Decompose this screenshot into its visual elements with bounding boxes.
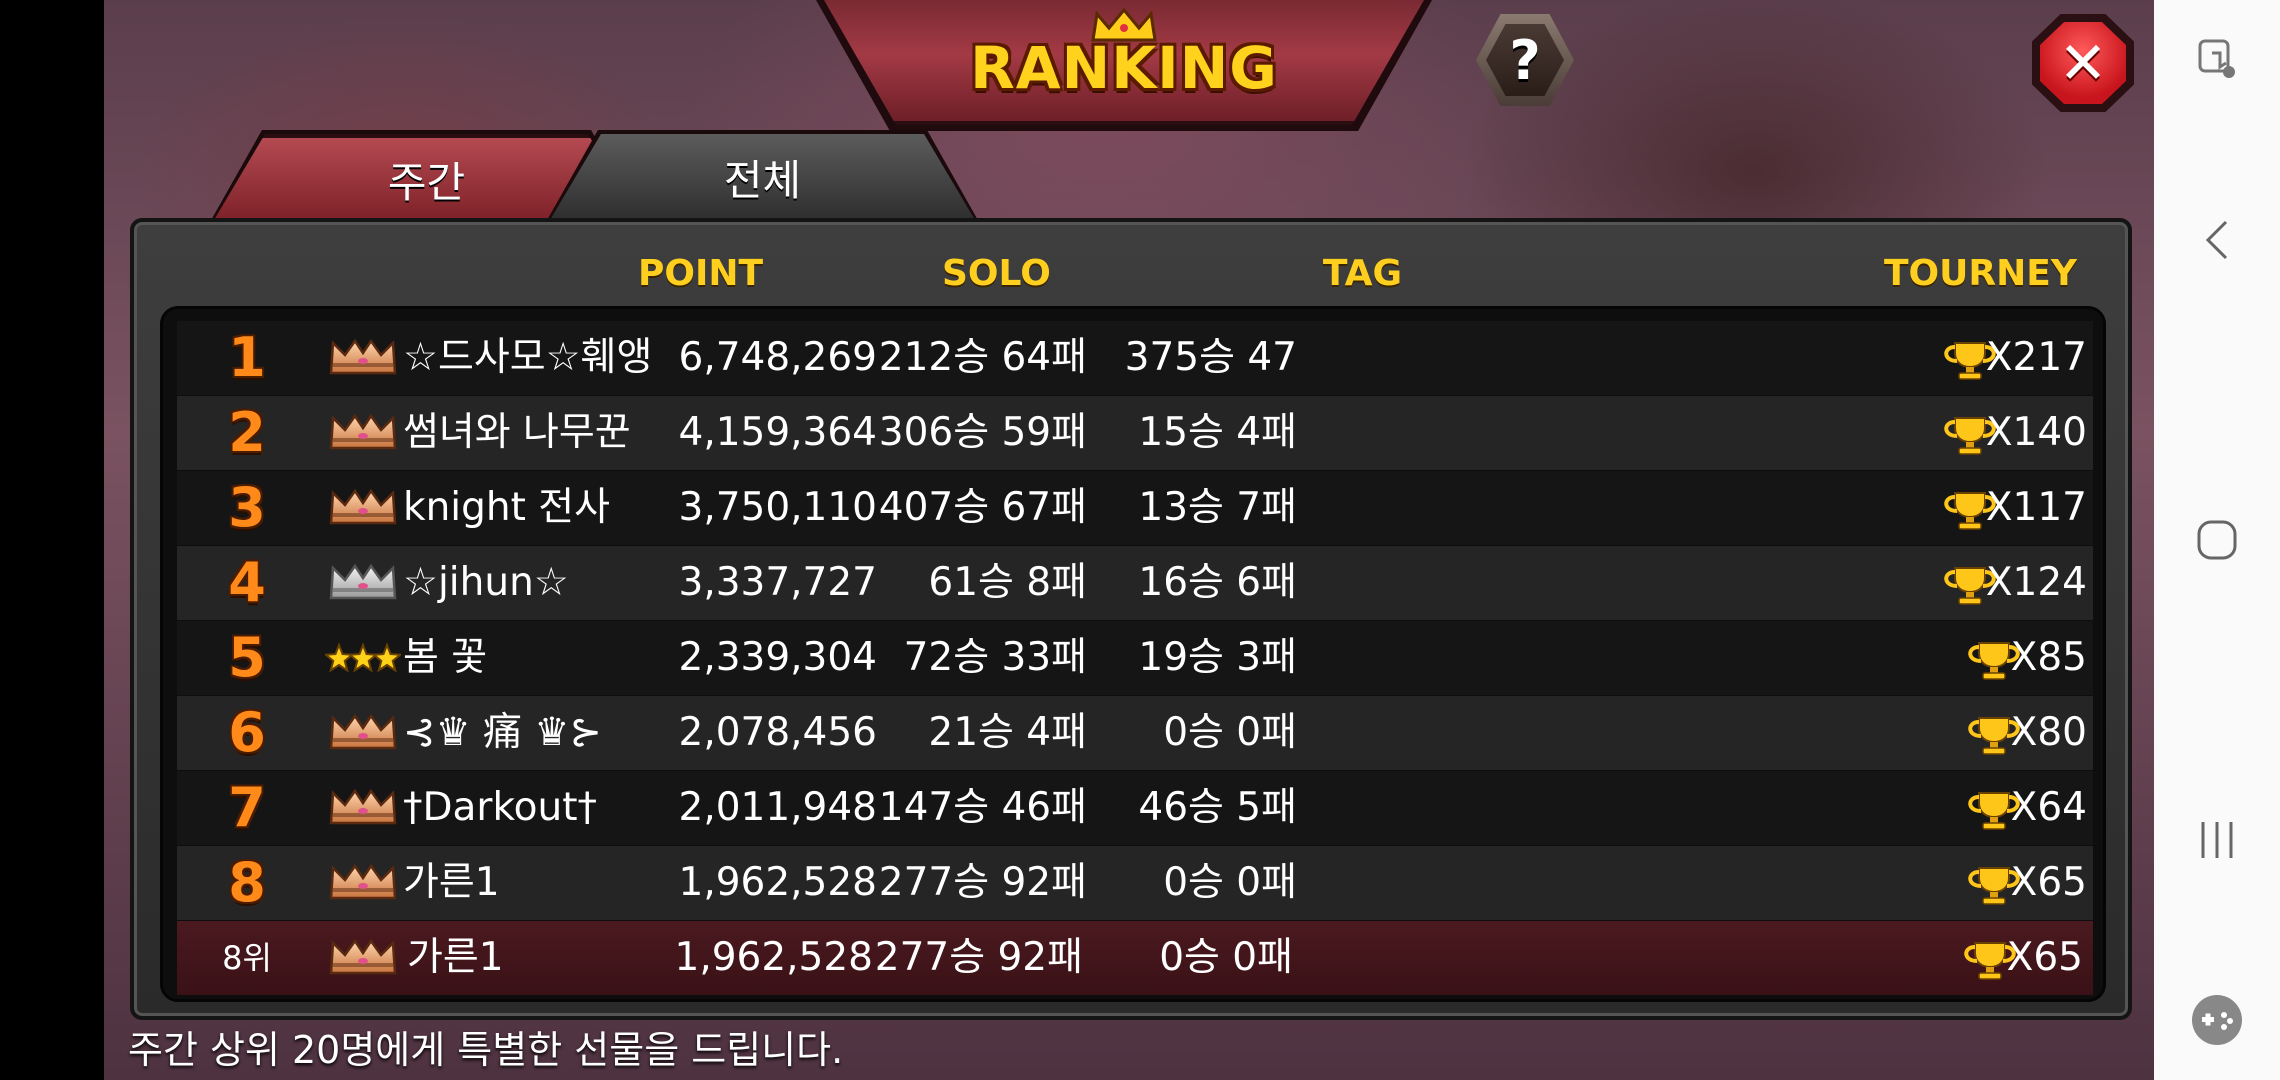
rank-number: 1 bbox=[228, 326, 266, 389]
bronze-crown-icon bbox=[325, 412, 401, 452]
bronze-crown-icon bbox=[325, 862, 401, 902]
tourney-count: X140 bbox=[1985, 410, 2087, 455]
left-edge bbox=[0, 0, 104, 1080]
three-stars-icon bbox=[323, 637, 403, 677]
tag-record: 46승 5패 bbox=[1138, 785, 1297, 830]
my-point: 1,962,528 bbox=[674, 935, 874, 980]
point: 2,011,948 bbox=[678, 785, 878, 830]
close-button[interactable]: ✕ bbox=[2032, 14, 2134, 112]
point: 4,159,364 bbox=[678, 410, 878, 455]
rank-number: 2 bbox=[228, 401, 266, 464]
ranking-row[interactable]: 3 knight 전사 3,750,110 407승 67패 13승 7패 X117 bbox=[177, 471, 2093, 545]
tag-record: 375승 47패 bbox=[1124, 335, 1297, 454]
column-header-tag: TAG bbox=[1322, 253, 1402, 294]
ranking-list[interactable]: 1 ☆드사모☆훼앵 6,748,269212승 64패 375승 47패 X217 2 썸녀… bbox=[160, 306, 2106, 1002]
player-name: knight 전사 bbox=[403, 485, 611, 530]
point: 3,750,110 bbox=[678, 485, 878, 530]
point: 1,962,528 bbox=[678, 860, 878, 905]
help-button[interactable]: ? bbox=[1476, 14, 1574, 106]
tourney-count: X65 bbox=[2010, 860, 2087, 905]
rank-number: 4 bbox=[228, 551, 266, 614]
tourney-count: X64 bbox=[2010, 785, 2087, 830]
back-icon[interactable] bbox=[2154, 200, 2280, 280]
home-icon[interactable] bbox=[2154, 500, 2280, 580]
tag-record: 0승 0패 bbox=[1163, 710, 1297, 755]
player-name: †Darkout† bbox=[403, 785, 598, 830]
player-name: 가른1 bbox=[403, 860, 500, 905]
ranking-row[interactable]: 4 ☆jihun☆ 3,337,727 61승 8패 16승 6패 X124 bbox=[177, 546, 2093, 620]
tag-record: 13승 7패 bbox=[1138, 485, 1297, 530]
ranking-row[interactable]: 8 가른1 1,962,528 277승 92패 0승 0패 X65 bbox=[177, 846, 2093, 920]
question-icon: ? bbox=[1486, 24, 1564, 96]
ranking-row[interactable]: 7 †Darkout† 2,011,948 147승 46패 46승 5패 X64 bbox=[177, 771, 2093, 845]
tag-record: 16승 6패 bbox=[1138, 560, 1297, 605]
bronze-crown-icon bbox=[325, 787, 401, 827]
player-name: ⊰♛ 痛 ♛⊱ bbox=[403, 710, 603, 755]
my-player-name: 가른1 bbox=[407, 935, 504, 980]
rank-number: 7 bbox=[228, 776, 266, 839]
point: 2,078,456 bbox=[678, 710, 878, 755]
screen-recorder-icon[interactable] bbox=[2154, 20, 2280, 100]
solo-record: 147승 46패 bbox=[878, 785, 1087, 830]
solo-record: 72승 33패 bbox=[903, 635, 1087, 680]
solo-record: 61승 8패 bbox=[928, 560, 1087, 605]
tourney-count: X117 bbox=[1985, 485, 2087, 530]
my-tag-record: 0승 0패 bbox=[1159, 935, 1293, 980]
solo-record: 407승 67패 bbox=[878, 485, 1087, 530]
tag-record: 15승 4패 bbox=[1138, 410, 1297, 455]
tourney-count: X85 bbox=[2010, 635, 2087, 680]
game-tools-icon[interactable] bbox=[2154, 980, 2280, 1060]
ranking-row[interactable]: 1 ☆드사모☆훼앵 6,748,269212승 64패 375승 47패 X217 bbox=[177, 321, 2093, 454]
bronze-crown-icon bbox=[325, 337, 401, 377]
column-header-solo: SOLO bbox=[942, 253, 1051, 294]
ranking-row[interactable]: 5 봄 꽃 2,339,304 72승 33패 19승 3패 X85 bbox=[177, 621, 2093, 695]
player-name: 썸녀와 나무꾼 bbox=[403, 410, 631, 455]
tag-record: 0승 0패 bbox=[1163, 860, 1297, 905]
tourney-count: X80 bbox=[2010, 710, 2087, 755]
rank-number: 5 bbox=[228, 626, 266, 689]
my-rank-label: 8위 bbox=[222, 939, 272, 977]
solo-record: 306승 59패 bbox=[878, 410, 1087, 455]
column-header-tourney: TOURNEY bbox=[1884, 253, 2077, 294]
ranking-panel: POINT SOLO TAG TOURNEY 1 ☆드사모☆훼앵 6,748,269… bbox=[130, 218, 2132, 1020]
point: 3,337,727 bbox=[678, 560, 878, 605]
rank-number: 8 bbox=[228, 851, 266, 914]
rank-number: 3 bbox=[228, 476, 266, 539]
player-name: ☆드사모☆훼앵 bbox=[403, 335, 653, 380]
ranking-row[interactable]: 2 썸녀와 나무꾼 4,159,364 306승 59패 15승 4패 X140 bbox=[177, 396, 2093, 470]
ranking-screen: RANKING ? ✕ 주간 전체 POINT SOLO TAG TOURNEY… bbox=[104, 0, 2154, 1080]
page-title: RANKING bbox=[970, 34, 1278, 102]
point: 6,748,269 bbox=[678, 335, 878, 380]
column-header-row: POINT SOLO TAG TOURNEY bbox=[164, 242, 2104, 306]
tag-record: 19승 3패 bbox=[1138, 635, 1297, 680]
solo-record: 21승 4패 bbox=[928, 710, 1087, 755]
my-rank-row[interactable]: 8위 가른1 1,962,528 277승 92패 0승 0패 X65 bbox=[177, 921, 2093, 995]
rank-number: 6 bbox=[228, 701, 266, 764]
bronze-crown-icon bbox=[325, 937, 401, 977]
close-icon: ✕ bbox=[2040, 22, 2126, 104]
point: 2,339,304 bbox=[678, 635, 878, 680]
my-solo-record: 277승 92패 bbox=[874, 935, 1083, 980]
silver-crown-icon bbox=[325, 562, 401, 602]
ranking-row[interactable]: 6 ⊰♛ 痛 ♛⊱ 2,078,456 21승 4패 0승 0패 X80 bbox=[177, 696, 2093, 770]
recents-icon[interactable] bbox=[2154, 800, 2280, 880]
system-nav-bar bbox=[2154, 0, 2280, 1080]
tab-all[interactable]: 전체 bbox=[550, 134, 975, 220]
player-name: ☆jihun☆ bbox=[403, 560, 569, 605]
solo-record: 277승 92패 bbox=[878, 860, 1087, 905]
column-header-point: POINT bbox=[638, 253, 764, 294]
tourney-count: X124 bbox=[1985, 560, 2087, 605]
my-tourney-count: X65 bbox=[2006, 935, 2083, 980]
footer-notice: 주간 상위 20명에게 특별한 선물을 드립니다. bbox=[128, 1028, 844, 1072]
player-name: 봄 꽃 bbox=[403, 635, 488, 680]
bronze-crown-icon bbox=[325, 487, 401, 527]
tourney-count: X217 bbox=[1985, 335, 2087, 380]
solo-record: 212승 64패 bbox=[878, 335, 1087, 380]
bronze-crown-icon bbox=[325, 712, 401, 752]
